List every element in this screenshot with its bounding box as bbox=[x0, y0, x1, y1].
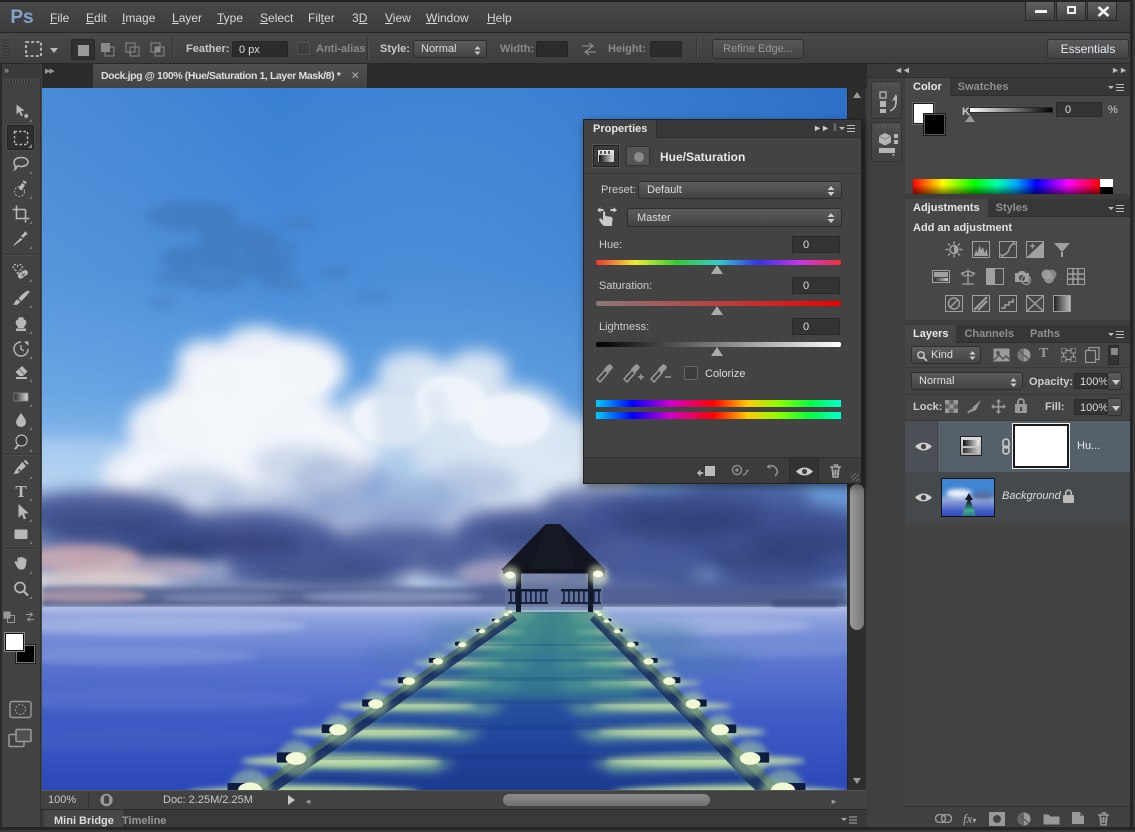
svg-text:T: T bbox=[15, 482, 27, 501]
